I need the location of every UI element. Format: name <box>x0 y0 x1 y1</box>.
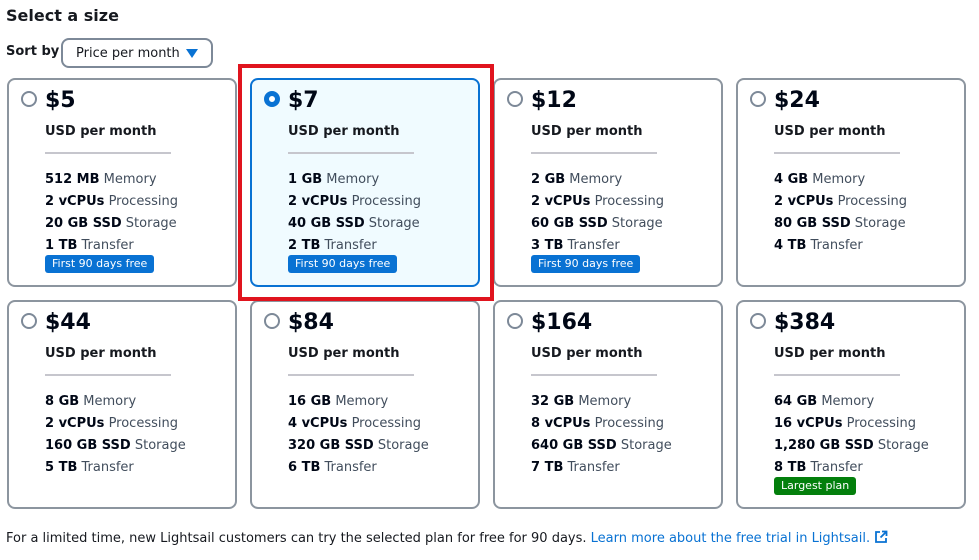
plan-price-unit: USD per month <box>45 124 157 139</box>
spec-memory: 16 GB Memory <box>288 394 389 409</box>
spec-storage: 80 GB SSD Storage <box>774 216 906 231</box>
spec-processing: 2 vCPUs Processing <box>288 194 421 209</box>
spec-memory: 64 GB Memory <box>774 394 875 409</box>
plan-specs: 4 GB Memory 2 vCPUs Processing 80 GB SSD… <box>774 169 907 257</box>
spec-storage: 640 GB SSD Storage <box>531 438 672 453</box>
plan-price: $384 <box>774 310 836 335</box>
plan-specs: 2 GB Memory 2 vCPUs Processing 60 GB SSD… <box>531 169 664 257</box>
plan-card-164[interactable]: $164 USD per month 32 GB Memory 8 vCPUs … <box>493 300 723 509</box>
spec-memory: 8 GB Memory <box>45 394 137 409</box>
sort-label: Sort by <box>6 44 60 59</box>
spec-processing: 16 vCPUs Processing <box>774 416 917 431</box>
spec-transfer: 3 TB Transfer <box>531 238 620 253</box>
plan-specs: 16 GB Memory 4 vCPUs Processing 320 GB S… <box>288 391 429 479</box>
spec-processing: 2 vCPUs Processing <box>45 416 178 431</box>
spec-processing: 2 vCPUs Processing <box>45 194 178 209</box>
footer-note: For a limited time, new Lightsail custom… <box>6 530 888 548</box>
divider <box>45 374 171 376</box>
plan-price-unit: USD per month <box>531 124 643 139</box>
plan-card-12[interactable]: $12 USD per month 2 GB Memory 2 vCPUs Pr… <box>493 78 723 287</box>
plan-card-84[interactable]: $84 USD per month 16 GB Memory 4 vCPUs P… <box>250 300 480 509</box>
divider <box>774 152 900 154</box>
free-trial-link[interactable]: Learn more about the free trial in Light… <box>591 530 888 548</box>
largest-plan-badge: Largest plan <box>774 477 857 495</box>
spec-storage: 60 GB SSD Storage <box>531 216 663 231</box>
divider <box>531 152 657 154</box>
plan-price-unit: USD per month <box>774 346 886 361</box>
spec-transfer: 6 TB Transfer <box>288 460 377 475</box>
spec-storage: 1,280 GB SSD Storage <box>774 438 929 453</box>
plan-specs: 8 GB Memory 2 vCPUs Processing 160 GB SS… <box>45 391 186 479</box>
free-trial-badge: First 90 days free <box>45 255 155 273</box>
spec-transfer: 8 TB Transfer <box>774 460 863 475</box>
plan-specs: 512 MB Memory 2 vCPUs Processing 20 GB S… <box>45 169 178 257</box>
page-title: Select a size <box>6 6 119 25</box>
plan-radio[interactable] <box>507 91 523 107</box>
plan-price: $24 <box>774 88 820 113</box>
spec-processing: 2 vCPUs Processing <box>531 194 664 209</box>
divider <box>288 152 414 154</box>
spec-memory: 32 GB Memory <box>531 394 632 409</box>
sort-select[interactable]: Price per month <box>61 38 213 68</box>
spec-processing: 8 vCPUs Processing <box>531 416 664 431</box>
spec-transfer: 1 TB Transfer <box>45 238 134 253</box>
spec-storage: 320 GB SSD Storage <box>288 438 429 453</box>
plan-price: $44 <box>45 310 91 335</box>
spec-processing: 4 vCPUs Processing <box>288 416 421 431</box>
spec-transfer: 4 TB Transfer <box>774 238 863 253</box>
spec-transfer: 2 TB Transfer <box>288 238 377 253</box>
plan-radio[interactable] <box>264 91 280 107</box>
plan-price: $84 <box>288 310 334 335</box>
plan-price-unit: USD per month <box>288 346 400 361</box>
plan-radio[interactable] <box>507 313 523 329</box>
plan-radio[interactable] <box>750 313 766 329</box>
plan-price: $5 <box>45 88 76 113</box>
spec-transfer: 7 TB Transfer <box>531 460 620 475</box>
spec-storage: 160 GB SSD Storage <box>45 438 186 453</box>
sort-selected-value: Price per month <box>76 45 180 61</box>
divider <box>774 374 900 376</box>
free-trial-badge: First 90 days free <box>531 255 641 273</box>
plan-radio[interactable] <box>21 313 37 329</box>
plan-specs: 32 GB Memory 8 vCPUs Processing 640 GB S… <box>531 391 672 479</box>
divider <box>45 152 171 154</box>
plan-card-44[interactable]: $44 USD per month 8 GB Memory 2 vCPUs Pr… <box>7 300 237 509</box>
plan-price: $164 <box>531 310 593 335</box>
plan-radio[interactable] <box>750 91 766 107</box>
plan-price-unit: USD per month <box>531 346 643 361</box>
plan-radio[interactable] <box>264 313 280 329</box>
spec-memory: 2 GB Memory <box>531 172 623 187</box>
plan-specs: 64 GB Memory 16 vCPUs Processing 1,280 G… <box>774 391 929 479</box>
plan-specs: 1 GB Memory 2 vCPUs Processing 40 GB SSD… <box>288 169 421 257</box>
plan-price-unit: USD per month <box>774 124 886 139</box>
external-link-icon <box>874 530 888 548</box>
plan-price-unit: USD per month <box>288 124 400 139</box>
plan-card-5[interactable]: $5 USD per month 512 MB Memory 2 vCPUs P… <box>7 78 237 287</box>
spec-storage: 20 GB SSD Storage <box>45 216 177 231</box>
spec-memory: 512 MB Memory <box>45 172 157 187</box>
spec-processing: 2 vCPUs Processing <box>774 194 907 209</box>
spec-storage: 40 GB SSD Storage <box>288 216 420 231</box>
free-trial-badge: First 90 days free <box>288 255 398 273</box>
plan-price-unit: USD per month <box>45 346 157 361</box>
plan-price: $12 <box>531 88 577 113</box>
divider <box>531 374 657 376</box>
plan-card-7[interactable]: $7 USD per month 1 GB Memory 2 vCPUs Pro… <box>250 78 480 287</box>
spec-transfer: 5 TB Transfer <box>45 460 134 475</box>
plan-card-24[interactable]: $24 USD per month 4 GB Memory 2 vCPUs Pr… <box>736 78 966 287</box>
spec-memory: 1 GB Memory <box>288 172 380 187</box>
divider <box>288 374 414 376</box>
spec-memory: 4 GB Memory <box>774 172 866 187</box>
footer-text: For a limited time, new Lightsail custom… <box>6 531 587 546</box>
plan-radio[interactable] <box>21 91 37 107</box>
plan-price: $7 <box>288 88 319 113</box>
caret-down-icon <box>186 49 198 58</box>
plan-card-384[interactable]: $384 USD per month 64 GB Memory 16 vCPUs… <box>736 300 966 509</box>
